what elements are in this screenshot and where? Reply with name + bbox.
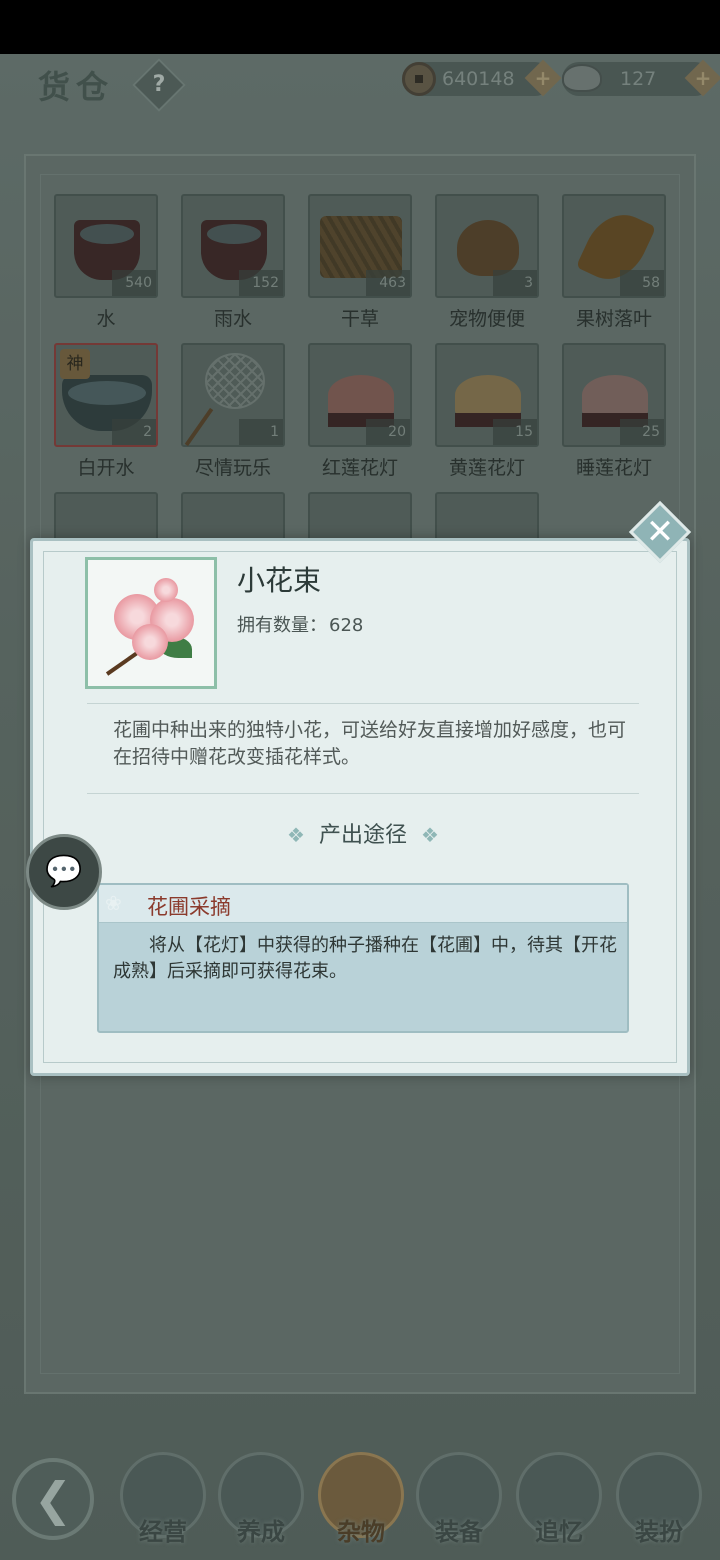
- item-slot[interactable]: 15: [435, 343, 539, 447]
- help-button[interactable]: ?: [132, 58, 186, 112]
- item-name: 小花束: [237, 564, 322, 597]
- item-name: 水: [96, 308, 116, 330]
- help-icon: ?: [152, 72, 166, 97]
- inventory-item[interactable]: 540 水: [54, 194, 158, 331]
- item-slot[interactable]: 1: [181, 343, 285, 447]
- item-name: 睡莲花灯: [575, 457, 652, 479]
- yellow-lotus-lamp-art: [455, 375, 521, 415]
- blossom-shape: [132, 624, 168, 660]
- diamond-icon: ❖: [421, 823, 439, 847]
- nav-item-equipment[interactable]: 装备: [414, 1452, 504, 1560]
- item-quantity: 25: [620, 419, 664, 445]
- water-lily-lamp-art: [582, 375, 648, 415]
- butterfly-net-art: [205, 353, 265, 409]
- item-name: 干草: [340, 308, 379, 330]
- count-value: 628: [329, 615, 364, 636]
- nav-item-decorate[interactable]: 装扮: [614, 1452, 704, 1560]
- copper-coin-icon: [402, 62, 436, 96]
- inventory-item[interactable]: 1 尽情玩乐: [181, 343, 285, 480]
- chat-icon: 💬: [45, 854, 83, 889]
- source-title: 花圃采摘: [147, 895, 231, 919]
- item-slot[interactable]: 神2: [54, 343, 158, 447]
- item-quantity: 15: [493, 419, 537, 445]
- copper-amount: 640148: [442, 68, 515, 90]
- item-quantity: 3: [493, 270, 537, 296]
- hay-art: [320, 216, 402, 278]
- item-name: 雨水: [213, 308, 252, 330]
- status-bar: [0, 0, 720, 54]
- plus-icon: +: [694, 66, 712, 90]
- close-icon: ✕: [645, 512, 675, 552]
- item-slot[interactable]: 3: [435, 194, 539, 298]
- item-slot[interactable]: 540: [54, 194, 158, 298]
- inventory-item[interactable]: 58 果树落叶: [562, 194, 666, 331]
- inventory-item[interactable]: 20 红莲花灯: [308, 343, 412, 480]
- silver-ingot-icon: [562, 64, 602, 92]
- diamond-icon: ❖: [287, 823, 305, 847]
- item-count: 拥有数量： 628: [237, 611, 363, 637]
- add-silver-button[interactable]: +: [684, 59, 720, 97]
- item-thumbnail: [85, 557, 217, 689]
- nav-item-memories[interactable]: 追忆: [514, 1452, 604, 1560]
- nav-label: 杂物: [337, 1517, 385, 1546]
- nav-label: 装备: [435, 1517, 483, 1546]
- item-name: 红莲花灯: [321, 457, 398, 479]
- copper-currency: 640148 +: [402, 59, 562, 97]
- divine-badge: 神: [60, 349, 90, 379]
- add-copper-button[interactable]: +: [524, 59, 562, 97]
- item-quantity: 152: [239, 270, 283, 296]
- back-arrow-icon: ❮: [33, 1472, 73, 1526]
- silver-currency: 127 +: [562, 59, 720, 97]
- item-name: 宠物便便: [448, 308, 525, 330]
- nav-label: 装扮: [635, 1517, 683, 1546]
- plus-icon: +: [534, 66, 552, 90]
- source-card-header: ❀ 花圃采摘: [99, 885, 627, 923]
- item-quantity: 540: [112, 270, 156, 296]
- divider: [87, 703, 639, 704]
- source-card: ❀ 花圃采摘 将从【花灯】中获得的种子播种在【花圃】中，待其【开花成熟】后采摘即…: [97, 883, 629, 1033]
- item-slot[interactable]: 20: [308, 343, 412, 447]
- item-quantity: 2: [112, 419, 156, 445]
- inventory-item[interactable]: 15 黄莲花灯: [435, 343, 539, 480]
- item-name: 果树落叶: [575, 308, 652, 330]
- item-slot[interactable]: 58: [562, 194, 666, 298]
- nav-label: 经营: [139, 1517, 187, 1546]
- item-slot[interactable]: 463: [308, 194, 412, 298]
- nav-label: 追忆: [535, 1517, 583, 1546]
- item-slot[interactable]: 152: [181, 194, 285, 298]
- item-quantity: 1: [239, 419, 283, 445]
- silver-amount: 127: [620, 68, 657, 90]
- nav-item-business[interactable]: 经营: [118, 1452, 208, 1560]
- back-button[interactable]: ❮: [12, 1458, 94, 1540]
- inventory-item[interactable]: 神 2 白开水: [54, 343, 158, 480]
- inventory-item[interactable]: 3 宠物便便: [435, 194, 539, 331]
- nav-label: 养成: [237, 1517, 285, 1546]
- item-detail-dialog: 小花束 拥有数量： 628 花圃中种出来的独特小花，可送给好友直接增加好感度，也可…: [30, 538, 690, 1076]
- count-label: 拥有数量：: [237, 615, 327, 636]
- source-text: 将从【花灯】中获得的种子播种在【花圃】中，待其【开花成熟】后采摘即可获得花束。: [113, 935, 617, 982]
- page-title: 货仓: [38, 68, 115, 106]
- item-quantity: 58: [620, 270, 664, 296]
- chat-button[interactable]: 💬: [26, 834, 102, 910]
- red-lotus-lamp-art: [328, 375, 394, 415]
- pet-poop-art: [457, 220, 519, 276]
- inventory-item[interactable]: 463 干草: [308, 194, 412, 331]
- bud-shape: [154, 578, 178, 602]
- nav-item-nurture[interactable]: 养成: [216, 1452, 306, 1560]
- item-name: 白开水: [77, 457, 135, 479]
- item-quantity: 20: [366, 419, 410, 445]
- bottom-nav: ❮ 经营 养成 杂物 装备 追忆 装扮: [0, 1438, 720, 1560]
- inventory-item[interactable]: 25 睡莲花灯: [562, 343, 666, 480]
- inventory-item[interactable]: 152 雨水: [181, 194, 285, 331]
- source-heading: ❖ 产出途径 ❖: [33, 817, 693, 849]
- item-slot[interactable]: 25: [562, 343, 666, 447]
- item-description: 花圃中种出来的独特小花，可送给好友直接增加好感度，也可在招待中赠花改变插花样式。: [113, 719, 627, 768]
- lotus-icon: ❀: [105, 891, 122, 915]
- source-heading-text: 产出途径: [318, 823, 407, 848]
- divider: [87, 793, 639, 794]
- item-name: 黄莲花灯: [448, 457, 525, 479]
- nav-item-misc[interactable]: 杂物: [316, 1452, 406, 1560]
- item-name: 尽情玩乐: [194, 457, 271, 479]
- item-quantity: 463: [366, 270, 410, 296]
